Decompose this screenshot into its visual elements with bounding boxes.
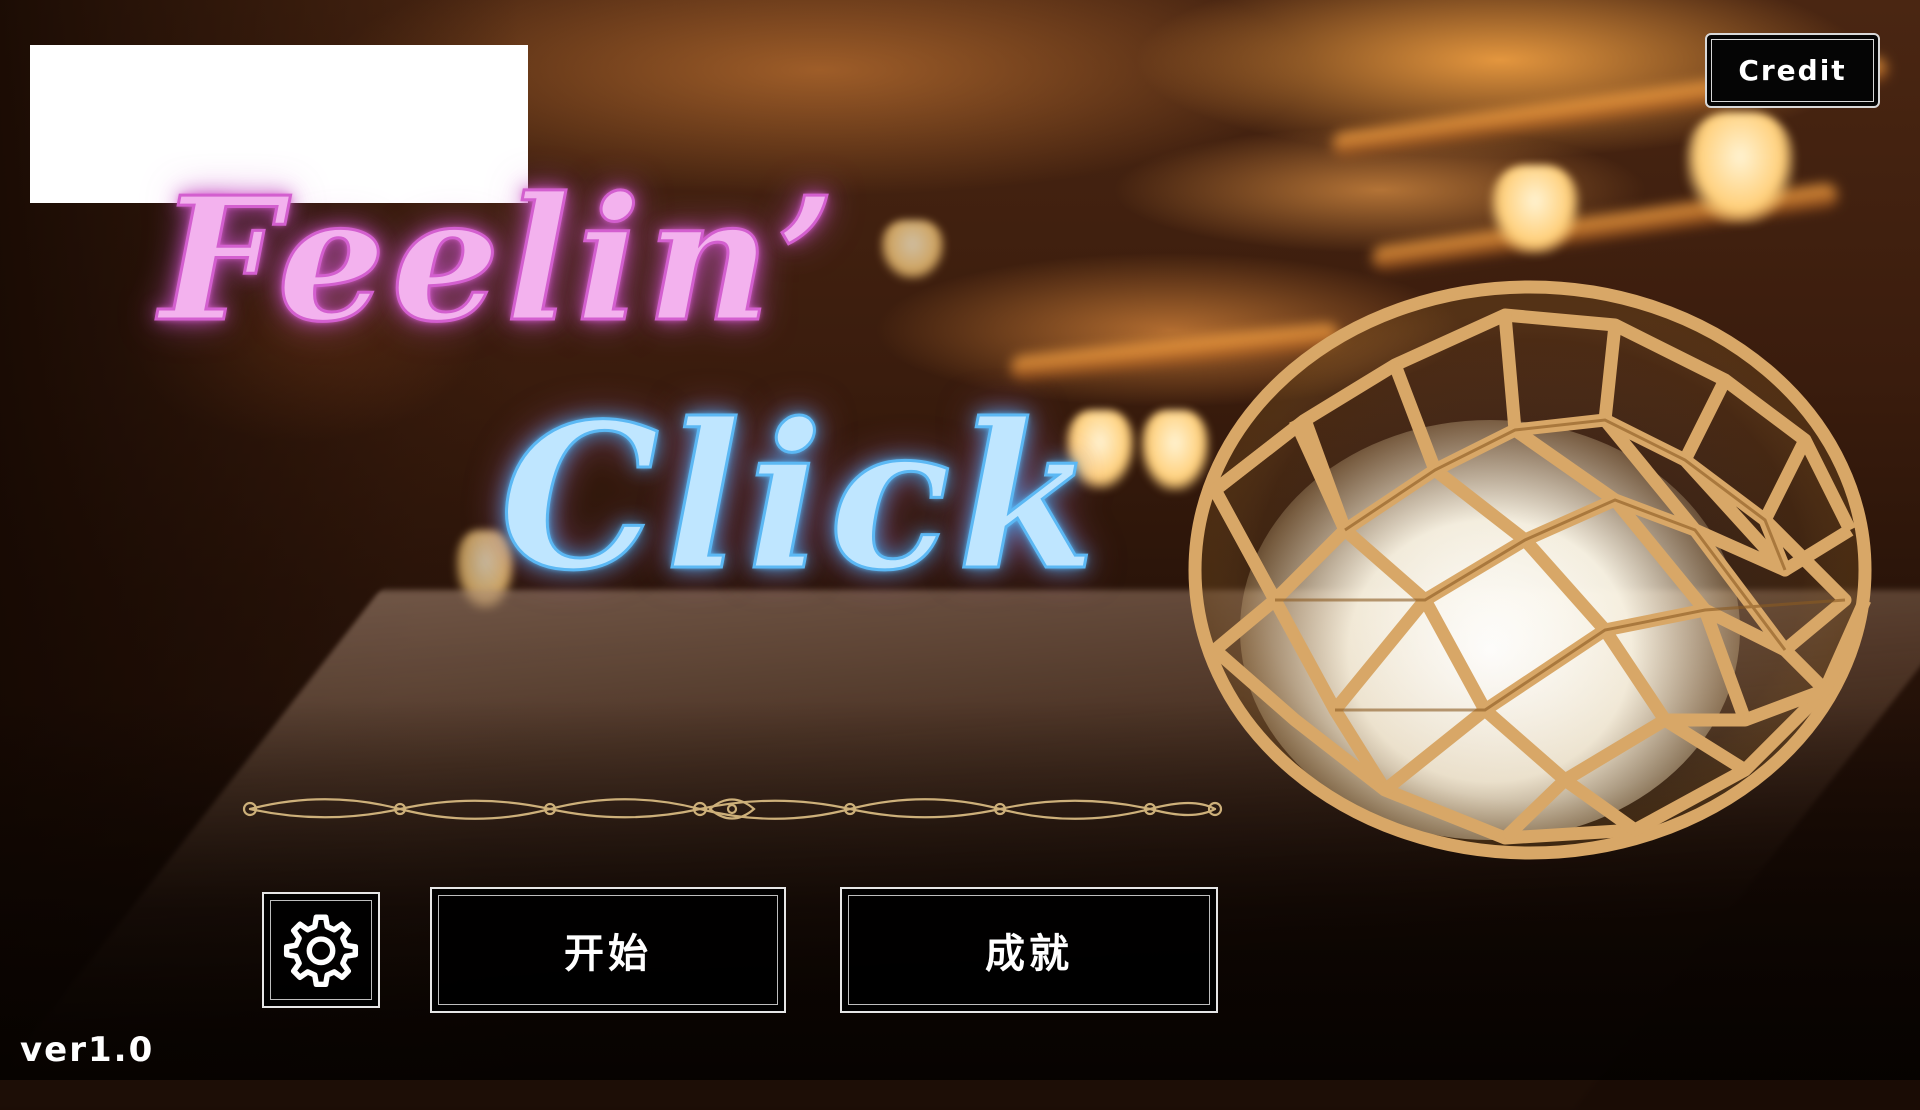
settings-button[interactable] — [262, 892, 380, 1008]
candle-light — [880, 220, 945, 280]
lattice-lamp — [1188, 280, 1872, 860]
ornamental-divider — [242, 798, 1223, 820]
game-title-line2: Click — [498, 379, 1102, 617]
version-label: ver1.0 — [20, 1030, 155, 1070]
start-button[interactable]: 开始 — [430, 887, 786, 1013]
candle-light — [1490, 165, 1580, 255]
candle-light — [1685, 112, 1795, 224]
game-title-line1: Feelin’ — [159, 159, 842, 362]
credit-button[interactable]: Credit — [1705, 33, 1880, 108]
achievements-button[interactable]: 成就 — [840, 887, 1218, 1013]
gear-icon — [283, 914, 359, 988]
